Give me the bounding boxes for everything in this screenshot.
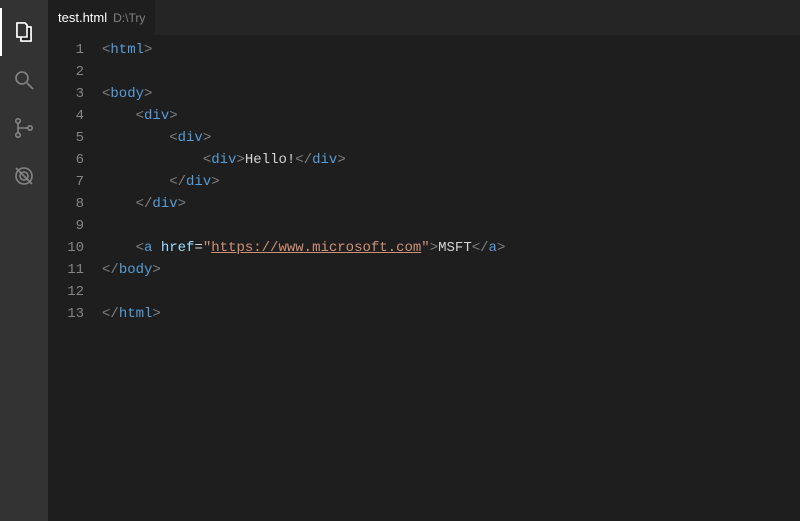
code-line	[102, 281, 800, 303]
editor-area: test.html D:\Try 12345678910111213 <html…	[48, 0, 800, 521]
debug-icon[interactable]	[0, 152, 48, 200]
code-line: </div>	[102, 171, 800, 193]
code-editor[interactable]: 12345678910111213 <html> <body> <div> <d…	[48, 35, 800, 521]
line-number: 8	[48, 193, 84, 215]
code-content: <html> <body> <div> <div> <div>Hello!</d…	[102, 39, 800, 521]
line-number: 6	[48, 149, 84, 171]
tab-test-html[interactable]: test.html D:\Try	[48, 0, 156, 35]
line-number: 1	[48, 39, 84, 61]
line-number: 9	[48, 215, 84, 237]
line-number: 2	[48, 61, 84, 83]
code-line: </div>	[102, 193, 800, 215]
line-number-gutter: 12345678910111213	[48, 39, 102, 521]
tab-directory: D:\Try	[113, 11, 145, 25]
app-root: test.html D:\Try 12345678910111213 <html…	[0, 0, 800, 521]
code-line: <div>	[102, 105, 800, 127]
tab-bar: test.html D:\Try	[48, 0, 800, 35]
explorer-icon[interactable]	[0, 8, 48, 56]
line-number: 10	[48, 237, 84, 259]
source-control-icon[interactable]	[0, 104, 48, 152]
line-number: 5	[48, 127, 84, 149]
code-line	[102, 61, 800, 83]
code-line: <html>	[102, 39, 800, 61]
code-line: </html>	[102, 303, 800, 325]
line-number: 7	[48, 171, 84, 193]
tab-filename: test.html	[58, 10, 107, 25]
line-number: 4	[48, 105, 84, 127]
line-number: 13	[48, 303, 84, 325]
activity-bar	[0, 0, 48, 521]
code-line: </body>	[102, 259, 800, 281]
code-line: <div>	[102, 127, 800, 149]
code-line	[102, 215, 800, 237]
search-icon[interactable]	[0, 56, 48, 104]
code-line: <a href="https://www.microsoft.com">MSFT…	[102, 237, 800, 259]
line-number: 11	[48, 259, 84, 281]
line-number: 3	[48, 83, 84, 105]
code-line: <body>	[102, 83, 800, 105]
code-line: <div>Hello!</div>	[102, 149, 800, 171]
line-number: 12	[48, 281, 84, 303]
